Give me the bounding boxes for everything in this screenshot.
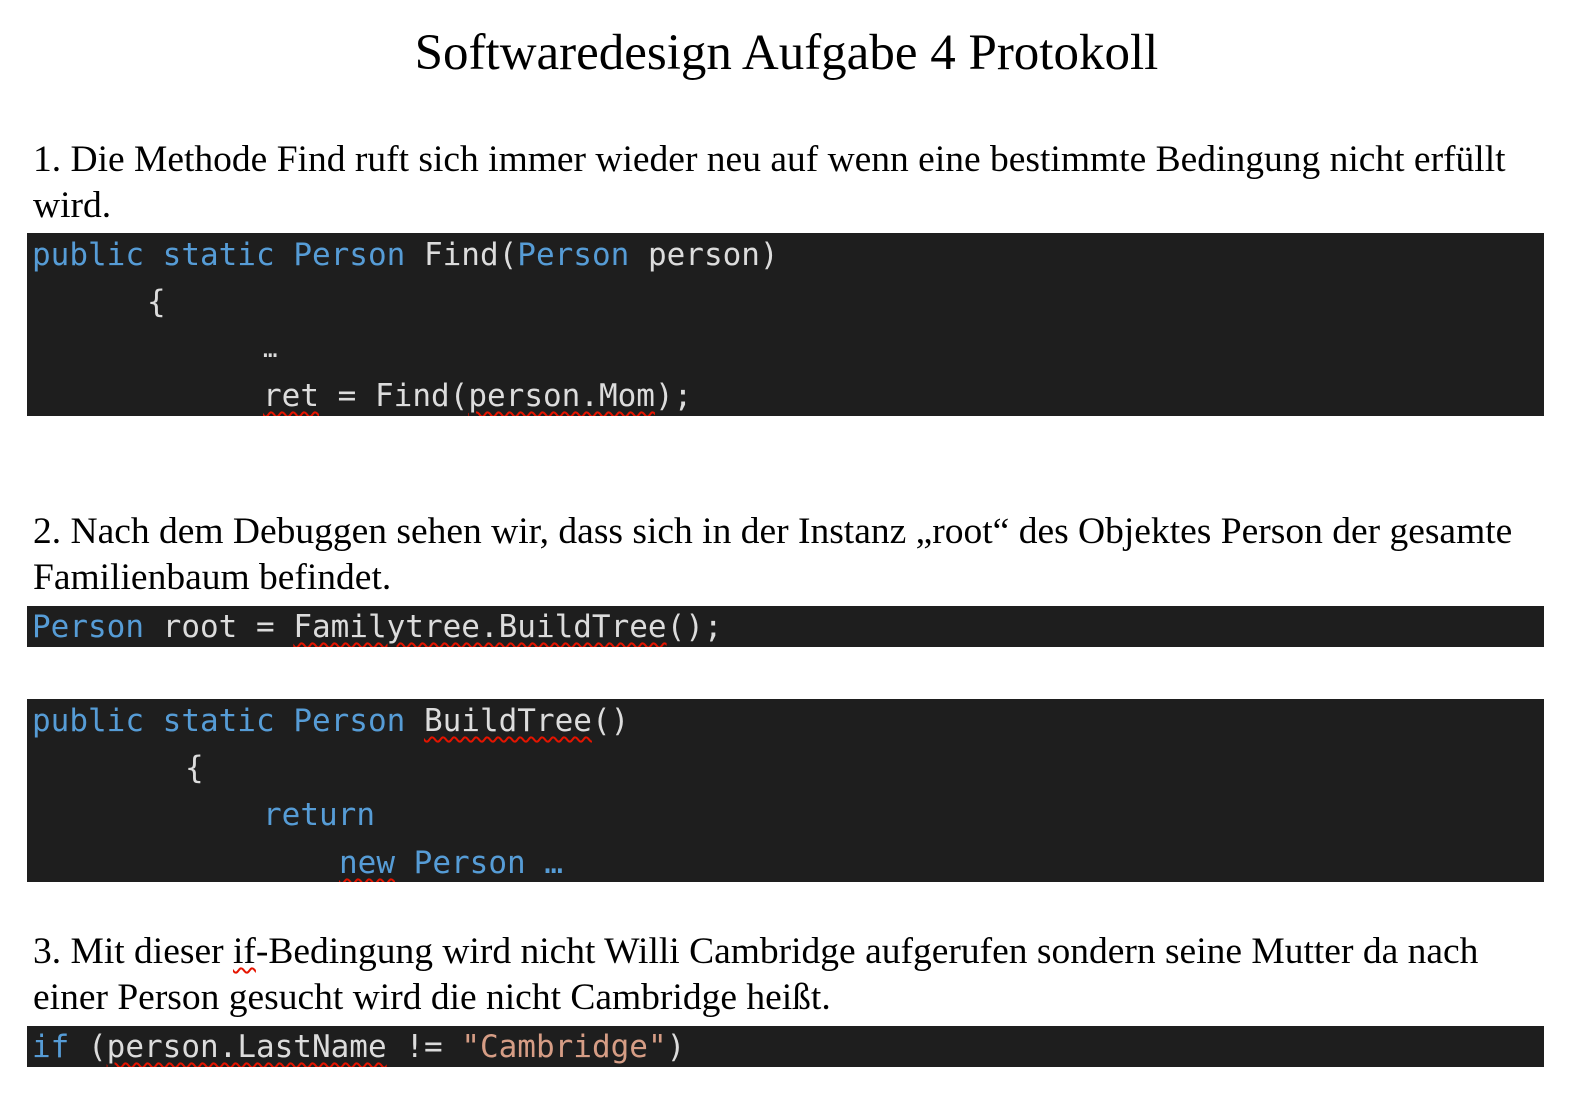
code-block-buildtree: public static Person BuildTree() { retur…: [27, 699, 1544, 882]
call-end: );: [654, 378, 693, 414]
section-3-text-if: if: [232, 931, 256, 972]
section-1-text: 1. Die Methode Find ruft sich immer wied…: [33, 139, 1506, 226]
assign-text: root =: [162, 609, 275, 645]
code-line-ellipsis: …: [263, 335, 278, 363]
keyword: public: [32, 237, 144, 273]
string-literal: "Cambridge": [461, 1029, 667, 1065]
method-name: BuildTree: [423, 703, 592, 739]
param-text: person): [647, 237, 779, 273]
call-text: = Find(: [337, 378, 469, 414]
code-block-root: Person root = Familytree.BuildTree();: [27, 606, 1544, 647]
code-line-new-person: new Person …: [339, 844, 563, 882]
code-line-buildtree-signature: public static Person BuildTree(): [32, 702, 629, 740]
code-line-return: return: [263, 797, 375, 833]
code-line-if-condition: if (person.LastName != "Cambridge"): [32, 1028, 685, 1066]
type-name: Person: [293, 237, 406, 273]
call-end: ();: [666, 609, 723, 645]
section-3-text: 3. Mit dieser if-Bedingung wird nicht Wi…: [33, 929, 1543, 1021]
method-name: Find(: [423, 237, 518, 273]
code-line-recursive-call: ret = Find(person.Mom);: [263, 377, 692, 415]
code-block-find: public static Person Find(Person person)…: [27, 233, 1544, 416]
code-line-root-assign: Person root = Familytree.BuildTree();: [32, 608, 723, 646]
code-line-signature: public static Person Find(Person person): [32, 236, 779, 274]
code-line-brace: {: [147, 284, 166, 320]
type-name: Person: [32, 609, 144, 645]
type-name: Person: [293, 703, 406, 739]
paren-open: (: [88, 1029, 107, 1065]
section-3-text-start: 3. Mit dieser: [33, 931, 233, 972]
variable-ret: ret: [263, 378, 319, 414]
keyword-if: if: [32, 1029, 70, 1065]
document-title: Softwaredesign Aufgabe 4 Protokoll: [414, 25, 1159, 81]
operator: !=: [405, 1029, 443, 1065]
argument-person-mom: person.Mom: [468, 378, 655, 414]
keyword: static: [162, 703, 275, 739]
type-name: Person: [413, 845, 526, 881]
keyword-new: new: [339, 845, 395, 881]
member-lastname: person.LastName: [106, 1029, 387, 1065]
type-name: Person: [517, 237, 630, 273]
keyword: public: [32, 703, 144, 739]
code-line-brace: {: [185, 750, 204, 786]
method-parens: (): [591, 703, 630, 739]
section-2-text: 2. Nach dem Debuggen sehen wir, dass sic…: [33, 511, 1513, 598]
call-buildtree: Familytree.BuildTree: [293, 609, 667, 645]
paren-close: ): [666, 1029, 686, 1065]
ellipsis: …: [544, 845, 563, 881]
keyword: static: [162, 237, 275, 273]
code-block-if: if (person.LastName != "Cambridge"): [27, 1026, 1544, 1067]
